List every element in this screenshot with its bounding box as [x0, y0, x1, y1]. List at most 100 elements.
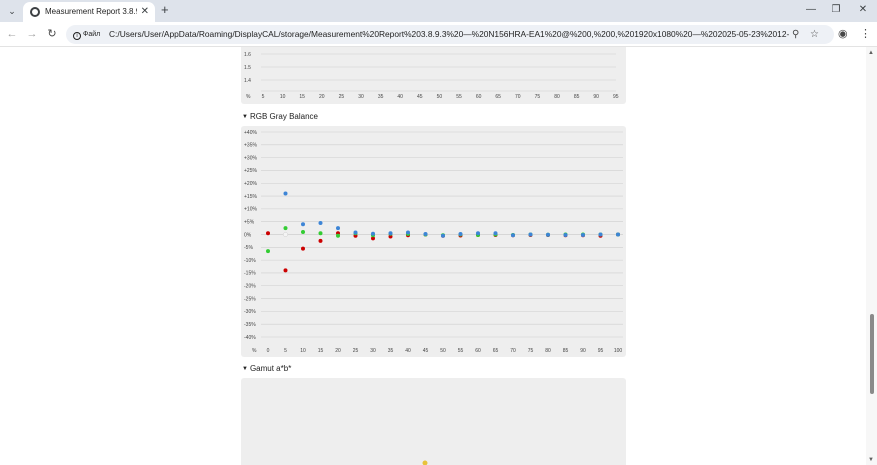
y-tick-label: +10% — [244, 207, 257, 213]
x-tick-label: 95 — [613, 94, 619, 100]
x-tick-label: 80 — [554, 94, 560, 100]
x-tick-label: 100 — [614, 348, 623, 354]
data-point-green — [266, 249, 270, 254]
y-tick-label: -5% — [244, 245, 253, 251]
x-tick-label: 95 — [598, 348, 604, 354]
chevron-down-icon[interactable]: ⌄ — [5, 4, 19, 18]
disclosure-triangle-icon: ▼ — [242, 114, 248, 120]
y-tick-label: -35% — [244, 322, 256, 328]
scrollbar-thumb[interactable] — [870, 314, 874, 394]
kebab-menu-icon[interactable]: ⋮ — [860, 27, 871, 41]
data-point-blue — [441, 233, 445, 238]
zoom-icon[interactable]: ⚲ — [792, 28, 799, 41]
gray-balance-heading[interactable]: ▼ RGB Gray Balance — [242, 112, 318, 122]
data-point-red — [301, 246, 305, 251]
data-point-blue — [458, 231, 463, 236]
y-tick-label: 0% — [244, 232, 252, 238]
disclosure-triangle-icon: ▼ — [242, 366, 248, 372]
data-point-red — [266, 231, 270, 236]
y-tick-label: 1.6 — [244, 52, 251, 58]
data-point-green — [301, 229, 305, 234]
scroll-down-icon[interactable]: ▼ — [868, 456, 874, 464]
data-point-blue — [283, 191, 288, 196]
chart-panel-gamut — [241, 378, 626, 465]
y-tick-label: 1.4 — [244, 78, 251, 84]
chart-panel-top: 1.6 1.5 1.4% 5 10 15 20 25 30 35 40 45 50 55 60 65 70 75 8… — [241, 47, 626, 104]
data-point-blue — [388, 231, 393, 236]
data-point-red — [318, 238, 323, 243]
data-point-blue — [598, 232, 603, 237]
x-tick-label: 60 — [476, 94, 482, 100]
scroll-up-icon[interactable]: ▲ — [868, 49, 874, 57]
reload-icon[interactable]: ↻ — [45, 27, 59, 41]
arrow-right-icon[interactable]: → — [25, 27, 39, 41]
data-point-blue — [336, 226, 340, 231]
y-tick-label: +30% — [244, 155, 257, 161]
data-point-green — [318, 231, 323, 236]
x-tick-label: 40 — [397, 94, 403, 100]
site-info-chip[interactable]: i Файл — [73, 28, 100, 41]
y-tick-label: -15% — [244, 271, 256, 277]
gray-balance-chart: +40% +35% +30% +25% +20% +15% +10% +5% 0% -5% -10%… — [244, 130, 623, 354]
star-icon[interactable]: ☆ — [810, 28, 819, 41]
x-tick-label: 45 — [417, 94, 423, 100]
y-tick-label: +35% — [244, 143, 257, 149]
x-tick-label: 20 — [319, 94, 325, 100]
gamut-title: Gamut a*b* — [249, 364, 292, 373]
close-window-button[interactable]: ✕ — [856, 4, 870, 16]
data-point-blue — [616, 232, 620, 237]
new-tab-button[interactable]: + — [161, 3, 169, 17]
address-bar[interactable]: i Файл C:/Users/User/AppData/Roaming/Disp… — [66, 25, 834, 44]
data-point-blue — [353, 230, 358, 235]
x-tick-label: 80 — [545, 348, 551, 354]
x-tick-label: 15 — [299, 94, 305, 100]
x-tick-label: 55 — [458, 348, 464, 354]
x-tick-label: 40 — [405, 348, 411, 354]
data-point-blue — [546, 232, 550, 237]
y-tick-label: -40% — [244, 335, 256, 341]
x-tick-label: 25 — [339, 94, 345, 100]
data-point-blue — [493, 231, 498, 236]
gamut-heading[interactable]: ▼ Gamut a*b* — [242, 364, 291, 374]
tab-close-icon[interactable]: ✕ — [141, 6, 149, 18]
x-tick-label: 60 — [475, 348, 481, 354]
x-tick-label: 75 — [528, 348, 534, 354]
y-tick-label: +5% — [244, 219, 255, 225]
x-tick-label: 5 — [262, 94, 265, 100]
tab-strip: ⌄ Measurement Report 3.8.9.3 — ✕ + — ❐ ✕ — [0, 0, 877, 22]
y-tick-label: -20% — [244, 284, 256, 290]
x-tick-label: 20 — [335, 348, 341, 354]
y-tick-label: 1.5 — [244, 65, 251, 71]
site-info-label: Файл — [83, 31, 101, 38]
maximize-button[interactable]: ❐ — [829, 4, 843, 16]
data-point-blue — [528, 232, 533, 237]
data-point-red — [283, 268, 288, 273]
gray-balance-title: RGB Gray Balance — [249, 112, 318, 121]
browser-toolbar: ← → ↻ i Файл C:/Users/User/AppData/Roamin… — [0, 22, 877, 47]
x-tick-label: 30 — [358, 94, 364, 100]
arrow-left-icon[interactable]: ← — [5, 27, 19, 41]
info-icon: i — [73, 32, 81, 40]
luminance-chart: 1.6 1.5 1.4% 5 10 15 20 25 30 35 40 45 50 55 60 65 70 75 8… — [244, 52, 619, 100]
data-point-blue — [423, 231, 428, 236]
tab-measurement-report[interactable]: Measurement Report 3.8.9.3 — ✕ — [23, 2, 155, 22]
x-tick-label: 90 — [593, 94, 599, 100]
x-tick-label: 10 — [280, 94, 286, 100]
x-tick-label: 85 — [563, 348, 569, 354]
x-tick-label: 65 — [493, 348, 499, 354]
page-scrollbar[interactable]: ▲ ▼ — [866, 47, 877, 465]
data-point-green — [336, 233, 340, 238]
data-point-blue — [406, 230, 410, 235]
y-tick-label: -25% — [244, 296, 256, 302]
profile-icon[interactable]: ◉ — [838, 27, 848, 41]
url-text[interactable]: C:/Users/User/AppData/Roaming/DisplayCAL… — [109, 28, 789, 41]
x-tick-label: 70 — [515, 94, 521, 100]
data-point-blue — [301, 222, 305, 227]
x-unit-label: % — [246, 94, 251, 100]
minimize-button[interactable]: — — [804, 4, 818, 16]
data-point-blue — [318, 220, 323, 225]
y-tick-label: +20% — [244, 181, 257, 187]
x-tick-label: 35 — [388, 348, 394, 354]
x-tick-label: 15 — [318, 348, 324, 354]
x-tick-label: 50 — [437, 94, 443, 100]
